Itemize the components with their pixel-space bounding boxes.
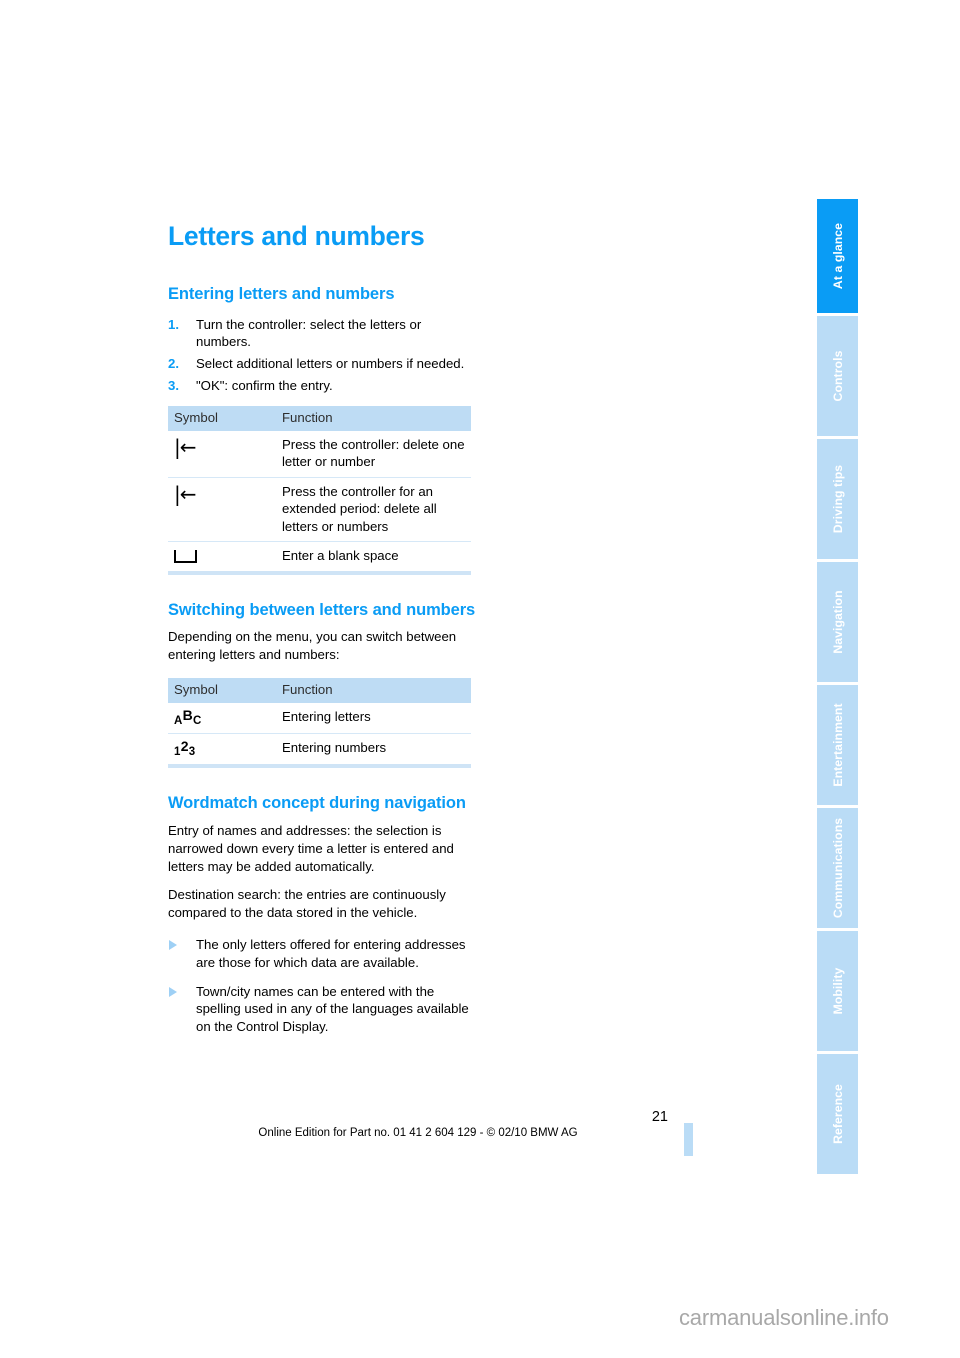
sidebar-item-label: Reference bbox=[830, 1084, 845, 1144]
list-item: 3. "OK": confirm the entry. bbox=[168, 377, 478, 395]
section-heading-wordmatch: Wordmatch concept during navigation bbox=[168, 794, 466, 813]
function-cell: Entering letters bbox=[276, 702, 471, 735]
table-header-row: Symbol Function bbox=[168, 405, 471, 431]
entering-steps-list: 1. Turn the controller: select the lette… bbox=[168, 316, 478, 395]
section-heading-entering: Entering letters and numbers bbox=[168, 285, 395, 304]
sidebar-item-driving-tips[interactable]: Driving tips bbox=[817, 439, 858, 559]
sidebar-item-label: Controls bbox=[830, 350, 845, 402]
table-row: ABC Entering letters bbox=[168, 702, 471, 735]
symbol-function-table-entering: Symbol Function |← Press the controller:… bbox=[168, 405, 471, 575]
step-number: 1. bbox=[168, 316, 179, 332]
page-number: 21 bbox=[651, 1109, 668, 1125]
sidebar-item-navigation[interactable]: Navigation bbox=[817, 562, 858, 682]
function-cell: Enter a blank space bbox=[276, 541, 471, 575]
manual-page: Letters and numbers Entering letters and… bbox=[0, 0, 960, 1358]
table-header-row: Symbol Function bbox=[168, 678, 471, 703]
function-cell: Entering numbers bbox=[276, 733, 471, 769]
backspace-icon: |← bbox=[174, 434, 196, 459]
sidebar-item-label: Navigation bbox=[830, 590, 845, 654]
edition-notice: Online Edition for Part no. 01 41 2 604 … bbox=[258, 1126, 578, 1139]
table-row: 123 Entering numbers bbox=[168, 733, 471, 769]
abc-icon: ABC bbox=[174, 706, 202, 727]
symbol-cell: |← bbox=[168, 430, 276, 478]
sidebar-item-controls[interactable]: Controls bbox=[817, 316, 858, 436]
symbol-cell: |← bbox=[168, 477, 276, 543]
table-row: |← Press the controller for an extended … bbox=[168, 477, 471, 543]
list-item: The only letters offered for entering ad… bbox=[168, 936, 478, 972]
sidebar-item-communications[interactable]: Communications bbox=[817, 808, 858, 928]
footer-accent-bar bbox=[684, 1123, 693, 1156]
step-text: Turn the controller: select the letters … bbox=[196, 316, 422, 350]
sidebar-item-label: Driving tips bbox=[830, 464, 845, 534]
page-title: Letters and numbers bbox=[168, 221, 425, 251]
section-heading-switching: Switching between letters and numbers bbox=[168, 600, 476, 619]
wordmatch-paragraph-2: Destination search: the entries are cont… bbox=[168, 887, 446, 921]
chapter-tab-rail: At a glance Controls Driving tips Naviga… bbox=[817, 199, 858, 1174]
table-row: |← Press the controller: delete one lett… bbox=[168, 430, 471, 478]
function-cell: Press the controller: delete one letter … bbox=[276, 430, 471, 478]
sidebar-item-label: At a glance bbox=[830, 222, 845, 290]
column-header-symbol: Symbol bbox=[168, 405, 276, 431]
page-content: Letters and numbers Entering letters and… bbox=[168, 221, 478, 1047]
step-number: 2. bbox=[168, 356, 179, 372]
sidebar-item-mobility[interactable]: Mobility bbox=[817, 931, 858, 1051]
sidebar-item-entertainment[interactable]: Entertainment bbox=[817, 685, 858, 805]
backspace-icon: |← bbox=[174, 481, 196, 506]
blank-space-icon bbox=[174, 550, 197, 564]
step-text: Select additional letters or numbers if … bbox=[196, 356, 465, 372]
symbol-cell: ABC bbox=[168, 702, 276, 735]
step-number: 3. bbox=[168, 378, 179, 394]
triangle-bullet-icon bbox=[169, 940, 177, 951]
list-item: 2. Select additional letters or numbers … bbox=[168, 355, 478, 373]
site-watermark: carmanualsonline.info bbox=[679, 1305, 889, 1330]
column-header-symbol: Symbol bbox=[168, 678, 276, 703]
switching-intro: Depending on the menu, you can switch be… bbox=[168, 629, 457, 663]
table-row: Enter a blank space bbox=[168, 541, 471, 575]
function-cell: Press the controller for an extended per… bbox=[276, 477, 471, 543]
symbol-function-table-switching: Symbol Function ABC Entering letters 123… bbox=[168, 678, 471, 769]
wordmatch-bullet-list: The only letters offered for entering ad… bbox=[168, 936, 478, 1036]
column-header-function: Function bbox=[276, 678, 471, 703]
sidebar-item-reference[interactable]: Reference bbox=[817, 1054, 858, 1174]
wordmatch-paragraph-1: Entry of names and addresses: the select… bbox=[168, 822, 454, 874]
sidebar-item-at-a-glance[interactable]: At a glance bbox=[817, 199, 858, 313]
symbol-cell: 123 bbox=[168, 733, 276, 769]
bullet-text: The only letters offered for entering ad… bbox=[196, 937, 466, 970]
list-item: Town/city names can be entered with the … bbox=[168, 983, 478, 1036]
step-text: "OK": confirm the entry. bbox=[196, 378, 333, 394]
symbol-cell bbox=[168, 541, 276, 575]
triangle-bullet-icon bbox=[169, 986, 177, 997]
list-item: 1. Turn the controller: select the lette… bbox=[168, 316, 478, 352]
sidebar-item-label: Mobility bbox=[830, 967, 845, 1015]
column-header-function: Function bbox=[276, 405, 471, 431]
sidebar-item-label: Communications bbox=[830, 817, 845, 919]
bullet-text: Town/city names can be entered with the … bbox=[196, 983, 469, 1035]
page-footer: 21 Online Edition for Part no. 01 41 2 6… bbox=[168, 1110, 668, 1139]
123-icon: 123 bbox=[174, 738, 196, 759]
sidebar-item-label: Entertainment bbox=[830, 703, 845, 787]
